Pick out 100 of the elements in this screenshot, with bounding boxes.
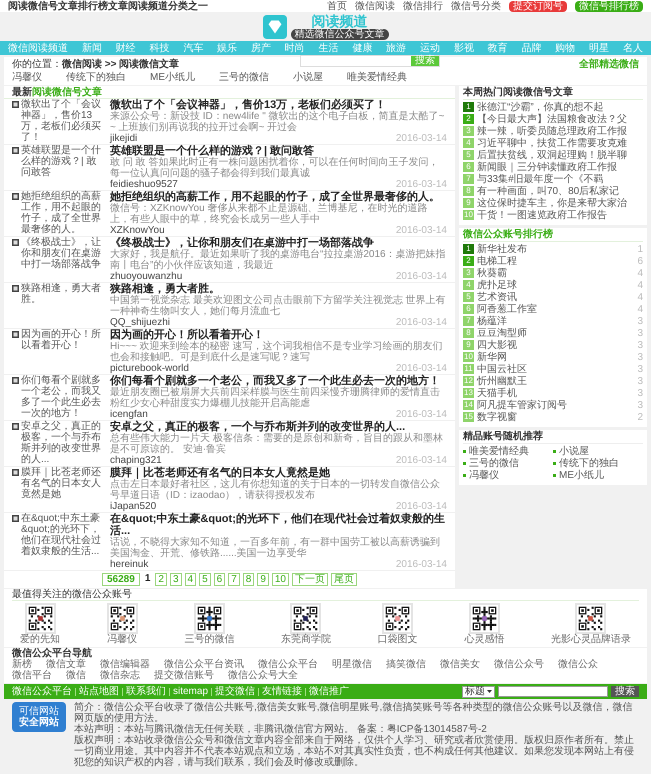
- article-summary: 中国第一视觉杂志 最美欢迎图文公司点击眼前下方留学关注视觉志 世界上有一种神奇生物叫女人，她们每月流血七: [110, 295, 447, 317]
- footer-link[interactable]: 微信平台: [12, 670, 52, 681]
- image-icon: [12, 469, 19, 476]
- panel-title: 微信公众账号排行榜: [463, 229, 553, 240]
- footer-link[interactable]: 微信公众平台资讯: [164, 659, 244, 670]
- article-count: 3: [637, 340, 643, 350]
- article-count: 6: [637, 256, 643, 266]
- account-link[interactable]: 虎扑足球: [477, 280, 634, 290]
- account-link[interactable]: 四大影视: [477, 340, 634, 350]
- article-title[interactable]: 你们每看个剧就多一个老公，而我又多了一个此生必去一次的地方！: [110, 375, 447, 387]
- footer-search-button[interactable]: 搜索: [611, 686, 639, 697]
- qr-code: [24, 603, 56, 634]
- article-title[interactable]: 狭路相逢，勇大者胜。: [110, 283, 447, 295]
- account-link[interactable]: 天猫手机: [477, 388, 634, 398]
- footer-link[interactable]: 微信文章: [46, 659, 86, 670]
- site-tagline: 阅读微信号文章排行榜文章阅读频道分类之一: [8, 0, 208, 12]
- hot-article-link[interactable]: 习近平聊中，扶贫工作需要攻克难: [477, 138, 627, 148]
- footer-link[interactable]: 提交微信账号: [154, 670, 214, 681]
- article-title[interactable]: 微软出了个「会议神器」，售价13万，老板们必须买了！: [110, 99, 447, 111]
- rank-number: 4: [463, 138, 474, 148]
- hot-article-link[interactable]: 干货！一图速览政府工作报告: [477, 210, 607, 220]
- article-summary: 总有些伟大能力一片天 极客信条：需要的是原创和新奇，旨目的跟从和墨林是不可原谅的。 安迪·鲁宾: [110, 433, 444, 455]
- article-title[interactable]: 安卓之父，真正的极客，一个与乔布斯并列的改变世界的人...: [110, 421, 447, 433]
- article-title[interactable]: 她拒绝组织的高薪工作，用不起眼的竹子，成了全世界最奢侈的人。: [110, 191, 447, 203]
- footer-link[interactable]: 微信编辑器: [100, 659, 150, 670]
- account-tag[interactable]: 冯馨仪: [12, 72, 42, 83]
- hot-article-link[interactable]: 与33集#旧最年度一个《不羁: [477, 174, 604, 184]
- account-link[interactable]: 豆豆淘型师: [477, 328, 634, 338]
- account-link[interactable]: 忻州幽默王: [477, 376, 634, 386]
- page-link[interactable]: 1: [142, 573, 152, 586]
- qr-code: [194, 603, 225, 634]
- article-title[interactable]: 在&quot;中东土豪&quot;的光环下，他们在现代社会过着奴隶般的生活...: [110, 513, 447, 537]
- footer-link[interactable]: 微信美女: [440, 659, 480, 670]
- logo-title: 阅读频道: [312, 14, 368, 28]
- article-title[interactable]: 膜拜｜比苍老师还有名气的日本女人竟然是她: [110, 467, 447, 479]
- account-link[interactable]: 新华社发布: [477, 244, 634, 254]
- article-title[interactable]: 英雄联盟是一个什么样的游戏？| 敢问敢答: [110, 145, 447, 157]
- top-link[interactable]: 首页: [327, 0, 347, 12]
- top-button[interactable]: 提交订阅号: [509, 0, 567, 12]
- account-name: 心灵感悟: [464, 634, 504, 645]
- account-link[interactable]: 冯馨仪: [469, 470, 499, 480]
- account-link[interactable]: ME小纸儿: [559, 470, 604, 480]
- footer-link[interactable]: 微信公众平台: [258, 659, 318, 670]
- account-tag[interactable]: 唯美爱情经典: [347, 72, 407, 83]
- article-author: zhuoyouwanzhu: [110, 271, 182, 282]
- hot-article-link[interactable]: 张德江“沙霸”，你真的想不起: [477, 102, 604, 112]
- account-link[interactable]: 新华网: [477, 352, 634, 362]
- footer-link[interactable]: 搞笑微信: [386, 659, 426, 670]
- account-link[interactable]: 杨蕴洋: [477, 316, 634, 326]
- account-link[interactable]: 电梯工程: [477, 256, 634, 266]
- rank-number: 5: [463, 150, 474, 160]
- account-link[interactable]: 阿香葱工作室: [477, 304, 634, 314]
- rank-number: 6: [463, 304, 474, 314]
- thumbnail-caption: 膜拜｜比苍老师还有名气的日本女人竟然是她: [21, 467, 102, 502]
- top-link[interactable]: 微信阅读: [355, 0, 395, 12]
- article-date: 2016-03-14: [396, 179, 447, 190]
- account-link[interactable]: 唯美爱情经典: [469, 446, 529, 456]
- account-tag[interactable]: ME小纸儿: [150, 72, 195, 83]
- article-title[interactable]: 因为画的开心！所以看着开心！: [110, 329, 447, 341]
- top-link[interactable]: 微信号分类: [451, 0, 501, 12]
- article-date: 2016-03-14: [396, 133, 447, 144]
- account-name: 爱的先知: [20, 634, 60, 645]
- account-link[interactable]: 三号的微信: [469, 458, 519, 468]
- hot-article-link[interactable]: 有一种画面，叫70、80后私家记: [477, 186, 620, 196]
- hot-article-link[interactable]: 【今日最大声】法国粮食改法？父: [477, 114, 627, 124]
- search-type-select[interactable]: 标题: [462, 686, 495, 698]
- account-link[interactable]: 艺术资讯: [477, 292, 634, 302]
- top-link[interactable]: 微信排行: [403, 0, 443, 12]
- rank-number: 3: [463, 126, 474, 136]
- hot-article-link[interactable]: 这位保时捷车主，你是来帮大家治: [477, 198, 627, 208]
- account-tag[interactable]: 小说屋: [293, 72, 323, 83]
- account-tag[interactable]: 三号的微信: [219, 72, 269, 83]
- account-link[interactable]: 秋葵霸: [477, 268, 634, 278]
- account-tag[interactable]: 传统下的独白: [66, 72, 126, 83]
- account-link[interactable]: 传统下的独白: [559, 458, 619, 468]
- footer-link[interactable]: 微信公众号大全: [228, 670, 298, 681]
- account-link[interactable]: 阿凡提车管家订阅号: [477, 400, 634, 410]
- hot-article-link[interactable]: 新闻眼｜三分钟读懂政府工作报: [477, 162, 617, 172]
- article-author: QQ_shijuezhi: [110, 317, 170, 328]
- section-title: 微信公众平台导航: [12, 648, 93, 659]
- hot-article-link[interactable]: 后置扶贫线，双洞起理购！脱半聊: [477, 150, 627, 160]
- hot-article-link[interactable]: 辣一辣，听委员随总理政府工作报: [477, 126, 627, 136]
- account-link[interactable]: 中国云社区: [477, 364, 634, 374]
- account-link[interactable]: 数字视窗: [477, 412, 634, 422]
- account-name: 光影心灵品牌语录: [550, 634, 631, 645]
- section-title: 最新阅读微信号文章: [12, 86, 102, 98]
- footer-link[interactable]: 微信公众号: [494, 659, 544, 670]
- section-title: 最值得关注的微信公众账号: [12, 589, 132, 600]
- account-link[interactable]: 小说屋: [559, 446, 589, 456]
- footer-link[interactable]: 微信: [66, 670, 86, 681]
- qr-code: [290, 603, 322, 634]
- footer-link[interactable]: 新榜: [12, 659, 32, 670]
- article-title[interactable]: 《终极战士》，让你和朋友们在桌游中打一场部落战争: [110, 237, 447, 249]
- article-date: 2016-03-14: [396, 363, 447, 374]
- footer-link[interactable]: 微信杂志: [100, 670, 140, 681]
- footer-link[interactable]: 明星微信: [332, 659, 372, 670]
- bullet-icon: [553, 474, 556, 476]
- caret-icon: [487, 690, 492, 693]
- search-field[interactable]: [498, 686, 608, 697]
- footer-link[interactable]: 微信公众: [558, 659, 598, 670]
